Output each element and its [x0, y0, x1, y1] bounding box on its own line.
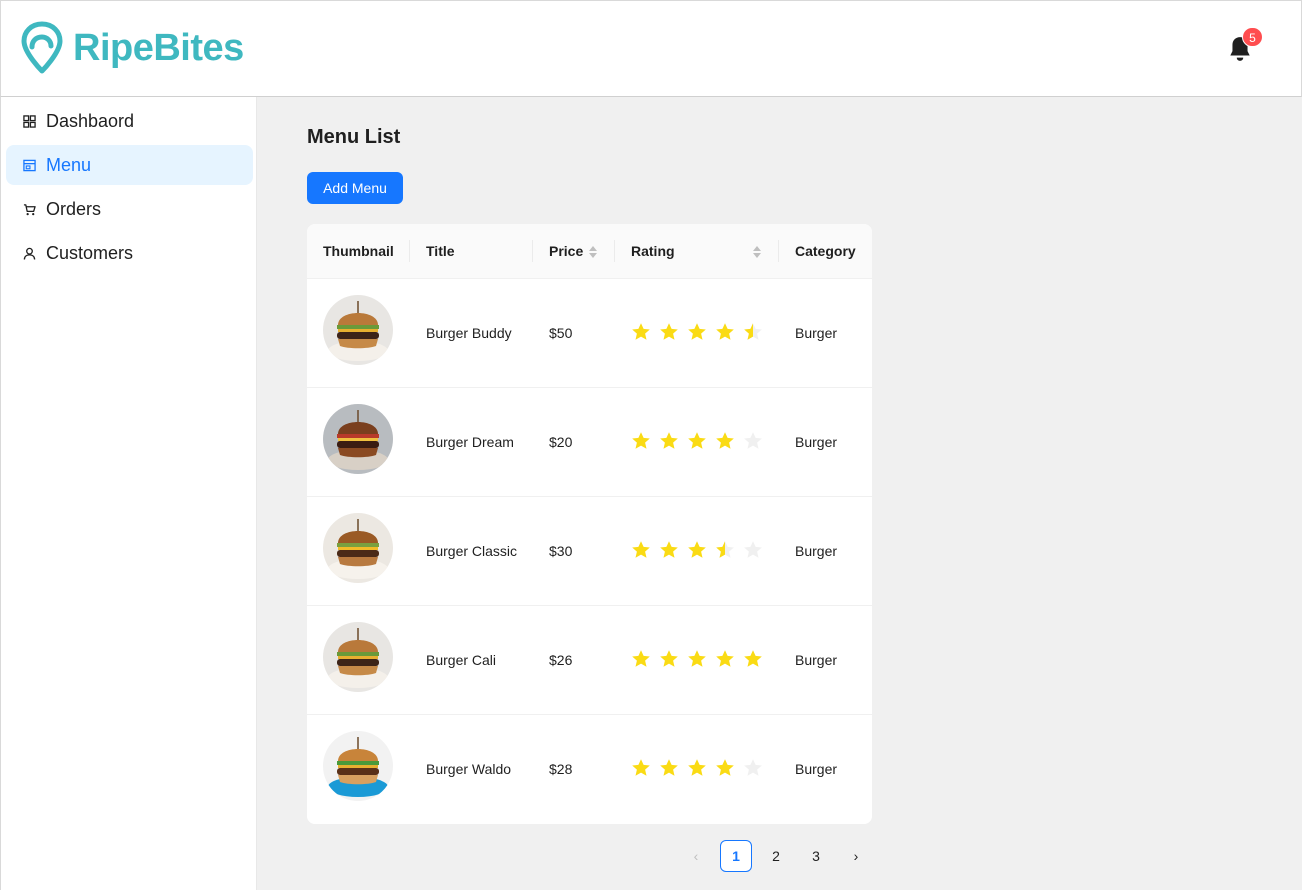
star-icon[interactable] — [715, 540, 735, 560]
menu-thumbnail — [323, 513, 393, 583]
menu-price: $50 — [549, 325, 573, 341]
star-icon[interactable] — [631, 322, 651, 342]
menu-category: Burger — [795, 761, 838, 777]
cart-icon — [22, 202, 36, 216]
star-rating[interactable] — [631, 758, 771, 778]
table-header: Thumbnail Title Price Rating Category — [307, 224, 872, 279]
menu-price: $20 — [549, 434, 573, 450]
menu-category: Burger — [795, 543, 838, 559]
brand-name: RipeBites — [73, 27, 244, 69]
add-menu-button[interactable]: Add Menu — [307, 172, 403, 204]
star-icon[interactable] — [659, 431, 679, 451]
table-row[interactable]: Burger Dream $20 Burger — [307, 388, 872, 497]
star-icon[interactable] — [659, 322, 679, 342]
sidebar: Dashbaord Menu Orders Customers — [0, 97, 257, 890]
menu-title: Burger Dream — [426, 434, 514, 450]
star-icon[interactable] — [715, 649, 735, 669]
column-divider — [409, 240, 410, 262]
star-icon[interactable] — [687, 540, 707, 560]
user-icon — [22, 246, 36, 260]
column-header-price[interactable]: Price — [549, 224, 583, 279]
menu-category: Burger — [795, 325, 838, 341]
star-icon[interactable] — [743, 431, 763, 451]
notification-badge: 5 — [1242, 27, 1263, 47]
column-header-title: Title — [426, 243, 455, 259]
pagination-prev-icon[interactable]: ‹ — [680, 840, 712, 872]
menu-category: Burger — [795, 652, 838, 668]
table-row[interactable]: Burger Cali $26 Burger — [307, 606, 872, 715]
table-row[interactable]: Burger Waldo $28 Burger — [307, 715, 872, 824]
star-rating[interactable] — [631, 431, 771, 451]
star-icon[interactable] — [687, 431, 707, 451]
sidebar-item-menu[interactable]: Menu — [6, 145, 253, 185]
star-icon[interactable] — [659, 758, 679, 778]
sidebar-item-label: Menu — [46, 154, 92, 175]
menu-price: $26 — [549, 652, 573, 668]
menu-table: Thumbnail Title Price Rating Category Bu… — [307, 224, 872, 824]
star-icon[interactable] — [687, 758, 707, 778]
sidebar-item-orders[interactable]: Orders — [6, 189, 253, 229]
sidebar-item-customers[interactable]: Customers — [6, 233, 253, 273]
sidebar-item-label: Customers — [46, 242, 134, 263]
star-icon[interactable] — [631, 758, 651, 778]
star-icon[interactable] — [743, 649, 763, 669]
star-icon[interactable] — [687, 649, 707, 669]
column-header-category: Category — [795, 243, 856, 259]
page-title: Menu List — [307, 126, 401, 148]
table-row[interactable]: Burger Classic $30 Burger — [307, 497, 872, 606]
table-row[interactable]: Burger Buddy $50 Burger — [307, 279, 872, 388]
star-rating[interactable] — [631, 322, 771, 342]
pagination-page-3[interactable]: 3 — [800, 840, 832, 872]
star-icon[interactable] — [715, 431, 735, 451]
pagination-page-1[interactable]: 1 — [720, 840, 752, 872]
star-icon[interactable] — [631, 431, 651, 451]
menu-price: $30 — [549, 543, 573, 559]
pagination-page-2[interactable]: 2 — [760, 840, 792, 872]
menu-price: $28 — [549, 761, 573, 777]
menu-title: Burger Buddy — [426, 325, 512, 341]
brand-logo[interactable]: RipeBites — [21, 21, 244, 75]
sidebar-item-label: Orders — [46, 198, 102, 219]
sidebar-item-label: Dashbaord — [46, 110, 135, 131]
table-body: Burger Buddy $50 Burger Burger Dream $20 Burg… — [307, 279, 872, 824]
menu-thumbnail — [323, 622, 393, 692]
column-divider — [532, 240, 533, 262]
star-icon[interactable] — [743, 540, 763, 560]
menu-title: Burger Waldo — [426, 761, 512, 777]
menu-thumbnail — [323, 731, 393, 801]
star-icon[interactable] — [715, 322, 735, 342]
star-icon[interactable] — [659, 540, 679, 560]
star-icon[interactable] — [743, 758, 763, 778]
star-rating[interactable] — [631, 649, 771, 669]
column-header-rating[interactable]: Rating — [631, 224, 675, 279]
sort-icon[interactable] — [752, 244, 762, 260]
star-icon[interactable] — [743, 322, 763, 342]
top-header: RipeBites 5 — [0, 0, 1302, 97]
shop-icon — [22, 158, 36, 172]
column-divider — [778, 240, 779, 262]
menu-category: Burger — [795, 434, 838, 450]
menu-thumbnail — [323, 404, 393, 474]
grid-icon — [22, 114, 36, 128]
sort-icon[interactable] — [588, 244, 598, 260]
star-icon[interactable] — [687, 322, 707, 342]
star-rating[interactable] — [631, 540, 771, 560]
menu-title: Burger Classic — [426, 543, 518, 559]
pagination-next-icon[interactable]: › — [840, 840, 872, 872]
column-divider — [614, 240, 615, 262]
sidebar-item-dashboard[interactable]: Dashbaord — [6, 101, 253, 141]
menu-thumbnail — [323, 295, 393, 365]
star-icon[interactable] — [631, 649, 651, 669]
menu-title: Burger Cali — [426, 652, 497, 668]
location-pin-logo-icon — [21, 21, 63, 74]
star-icon[interactable] — [715, 758, 735, 778]
column-header-thumbnail: Thumbnail — [323, 243, 394, 259]
star-icon[interactable] — [631, 540, 651, 560]
star-icon[interactable] — [659, 649, 679, 669]
